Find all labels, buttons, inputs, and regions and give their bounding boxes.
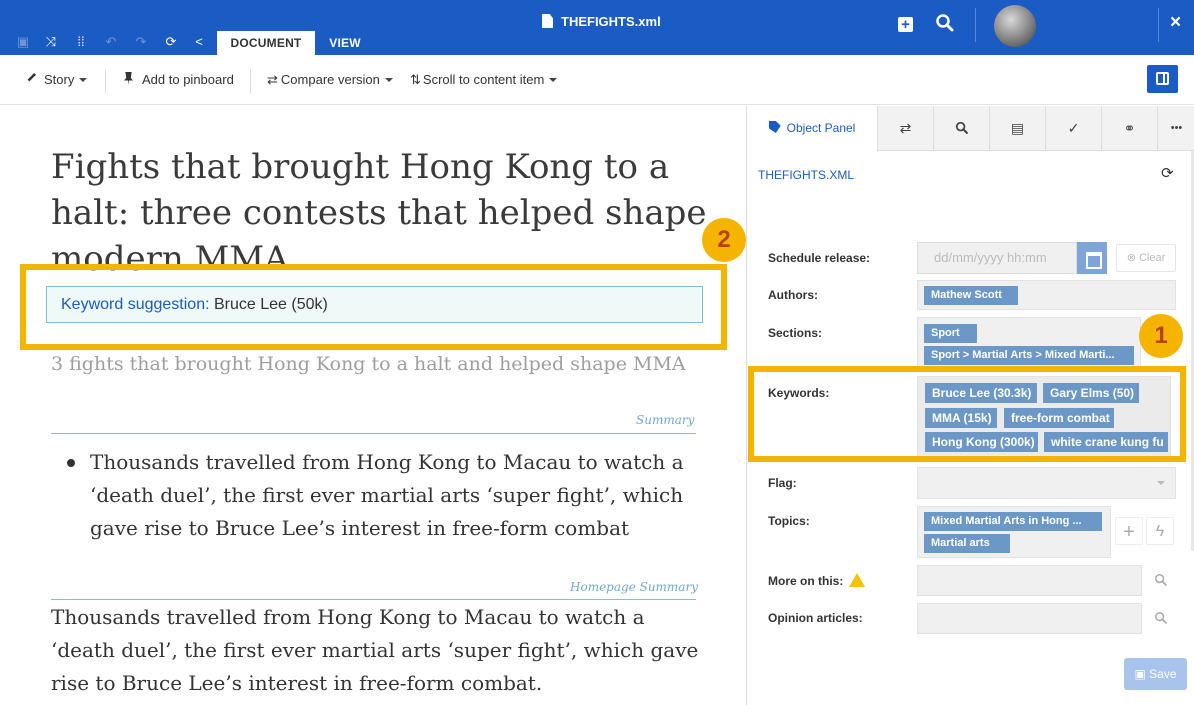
topics-label: Topics: [768,514,810,528]
more-on-this-input[interactable] [917,565,1142,596]
check-icon[interactable]: ✓ [1046,106,1102,151]
headline[interactable]: Fights that brought Hong Kong to a halt:… [51,144,711,282]
tag-icon [768,121,781,133]
topic-chip[interactable]: Mixed Martial Arts in Hong ... [924,512,1102,531]
search-icon[interactable] [1154,611,1168,625]
flag-label: Flag: [768,476,797,490]
tab-search[interactable] [934,106,990,151]
brush-icon [27,73,36,82]
more-on-this-row: More on this: [768,573,866,588]
highlight-box-keywords [748,366,1186,462]
add-topic-icon[interactable]: + [1115,517,1143,545]
clear-label: Clear [1138,252,1166,264]
author-chip[interactable]: Mathew Scott [924,286,1018,305]
add-to-pinboard-button[interactable]: Add to pinboard [124,72,234,87]
add-to-pinboard-label: Add to pinboard [142,72,234,87]
panel-file-name: THEFIGHTS.XML [758,168,855,182]
chevron-down-icon [79,78,88,82]
divider [51,433,696,434]
compare-version-menu[interactable]: ⇄ Compare version [267,72,393,88]
undo-icon[interactable]: ↶ [103,34,119,50]
compare-version-label: Compare version [280,72,380,87]
opinion-articles-input[interactable] [917,603,1142,634]
tab-view[interactable]: VIEW [315,31,375,55]
summary-bullet[interactable]: Thousands travelled from Hong Kong to Ma… [90,446,700,545]
file-icon [542,14,553,28]
schedule-date-input[interactable]: dd/mm/yyyy hh:mm [917,242,1077,274]
highlight-box-keyword-suggestion [20,264,727,350]
annotation-badge-1: 1 [1139,314,1183,358]
divider [250,69,251,93]
save-label: Save [1149,667,1177,681]
more-on-this-label: More on this: [768,574,844,588]
topic-chip[interactable]: Martial arts [924,534,1010,553]
compare-icon: ⇄ [267,72,278,87]
bullet [67,459,75,467]
document-icon[interactable]: ▤ [990,106,1046,151]
redo-icon[interactable]: ↷ [133,34,149,50]
refresh-icon[interactable]: ⟳ [1161,164,1174,182]
sections-label: Sections: [768,326,823,340]
section-chip[interactable]: Sport > Martial Arts > Mixed Marti... [924,346,1134,365]
flag-select[interactable] [917,467,1176,499]
close-icon[interactable]: × [1170,12,1181,34]
top-bar: ▣ ⤨ ⁞⁞ ↶ ↷ ⟳ < DOCUMENT VIEW THEFIGHTS.x… [0,0,1194,55]
swap-icon[interactable]: ⇄ [878,106,934,151]
divider [51,599,696,600]
chevron-down-icon [549,78,558,82]
share-icon[interactable]: < [191,34,207,50]
lightning-icon[interactable]: ϟ [1146,517,1174,545]
chevron-down-icon [1157,481,1165,485]
toolbar: Story Add to pinboard ⇄ Compare version ⇅… [0,55,1194,105]
summary-label: Summary [636,413,695,427]
panel-toggle-icon[interactable] [1147,65,1178,93]
shuffle-icon[interactable]: ⤨ [43,34,59,50]
pin-icon [124,72,133,85]
warning-icon [849,573,866,587]
tab-document[interactable]: DOCUMENT [217,31,315,55]
story-label: Story [44,72,75,87]
scroll-to-content-label: Scroll to content item [422,72,545,87]
homepage-summary[interactable]: Thousands travelled from Hong Kong to Ma… [51,601,701,700]
save-icon[interactable]: ▣ [15,34,31,50]
document-title: THEFIGHTS.xml [542,14,661,29]
sort-icon: ⇅ [410,72,421,87]
chevron-down-icon [384,78,393,82]
annotation-badge-2: 2 [702,218,746,262]
scroll-to-content-menu[interactable]: ⇅ Scroll to content item [410,72,558,88]
save-icon: ▣ [1134,667,1146,681]
tab-object-panel-label: Object Panel [786,121,856,135]
more-icon[interactable]: ••• [1158,106,1194,151]
sync-icon[interactable]: ⟳ [163,34,179,50]
homepage-summary-label: Homepage Summary [570,580,698,594]
story-menu[interactable]: Story [24,72,88,87]
authors-label: Authors: [768,288,818,302]
divider [105,69,106,93]
save-button[interactable]: ▣ Save [1124,658,1187,690]
schedule-release-label: Schedule release: [768,251,871,265]
avatar[interactable] [994,5,1036,47]
document-title-text: THEFIGHTS.xml [561,14,661,29]
opinion-articles-label: Opinion articles: [768,611,863,625]
subheadline[interactable]: 3 fights that brought Hong Kong to a hal… [51,353,686,375]
clear-button[interactable]: ⊗ Clear [1116,244,1176,272]
add-icon[interactable]: + [898,17,913,32]
section-chip[interactable]: Sport [924,324,977,343]
clear-circle-icon: ⊗ [1126,252,1136,264]
search-icon[interactable] [935,13,955,33]
panel-tabs: Object Panel ⇄ ▤ ✓ ⚭ ••• [747,106,1194,152]
divider [975,8,976,42]
tab-object-panel[interactable]: Object Panel [747,106,878,152]
editor: Fights that brought Hong Kong to a halt:… [0,106,746,705]
search-icon [955,121,968,134]
calendar-icon[interactable] [1077,242,1107,274]
divider [1158,8,1159,42]
binoculars-icon[interactable]: ⚭ [1102,106,1158,151]
search-icon[interactable] [1154,573,1168,587]
structure-icon[interactable]: ⁞⁞ [73,34,89,50]
